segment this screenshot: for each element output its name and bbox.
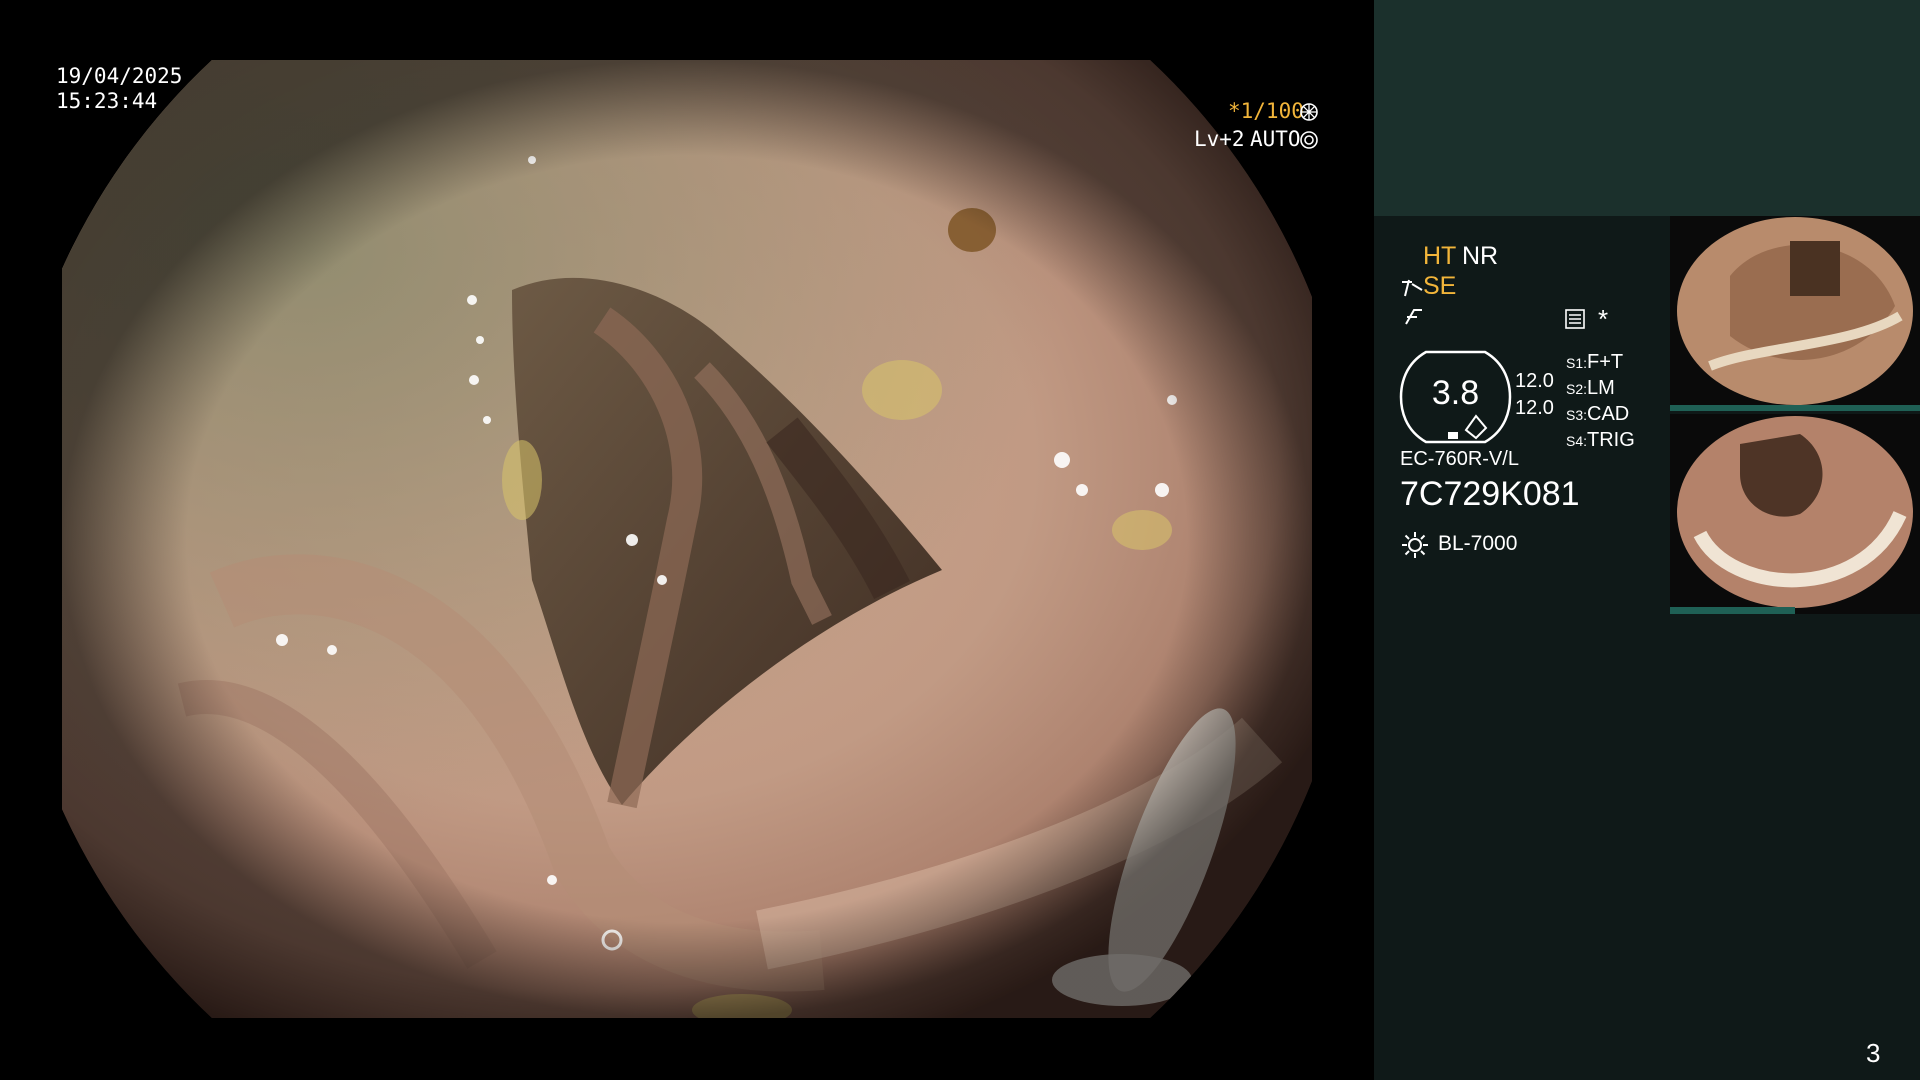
shutter-label: *1/100 — [1228, 99, 1304, 123]
lamp-icon — [1402, 532, 1428, 558]
structure-enhance-icon — [1402, 279, 1423, 297]
se-indicator: SE — [1423, 272, 1457, 300]
page-number: 3 — [1866, 1038, 1881, 1068]
panel-header-area — [1374, 0, 1920, 216]
endoscope-view — [62, 60, 1312, 1018]
settings-list-icon — [1565, 309, 1585, 329]
thumbnail-1[interactable] — [1670, 216, 1920, 411]
mode-label: AUTO — [1250, 127, 1301, 151]
switch-item: S3:CAD — [1566, 403, 1630, 425]
value-2: 12.0 — [1515, 397, 1554, 419]
light-source: BL-7000 — [1438, 532, 1518, 555]
scope-serial: 7C729K081 — [1400, 475, 1580, 513]
time-label: 15:23:44 — [56, 89, 158, 113]
date-label: 19/04/2025 — [56, 64, 183, 88]
freeze-icon — [1405, 309, 1422, 325]
switch-list: S1:F+T S2:LM S3:CAD S4:TRIG — [1566, 350, 1635, 454]
auto-iris-icon — [1300, 131, 1318, 149]
scope-model: EC-760R-V/L — [1400, 448, 1519, 470]
ht-indicator: HT — [1423, 242, 1457, 270]
nr-indicator: NR — [1462, 242, 1499, 270]
switch-item: S4:TRIG — [1566, 429, 1635, 451]
level-label: Lv+2 — [1194, 127, 1245, 151]
value-1: 12.0 — [1515, 370, 1554, 392]
switch-item: S2:LM — [1566, 377, 1615, 399]
mucosa-image — [62, 60, 1312, 1018]
thumbnail-2[interactable] — [1670, 414, 1920, 614]
star-indicator: * — [1598, 304, 1609, 334]
switch-item: S1:F+T — [1566, 351, 1624, 373]
zoom-value: 3.8 — [1431, 374, 1480, 412]
shutter-wheel-icon — [1300, 103, 1318, 121]
